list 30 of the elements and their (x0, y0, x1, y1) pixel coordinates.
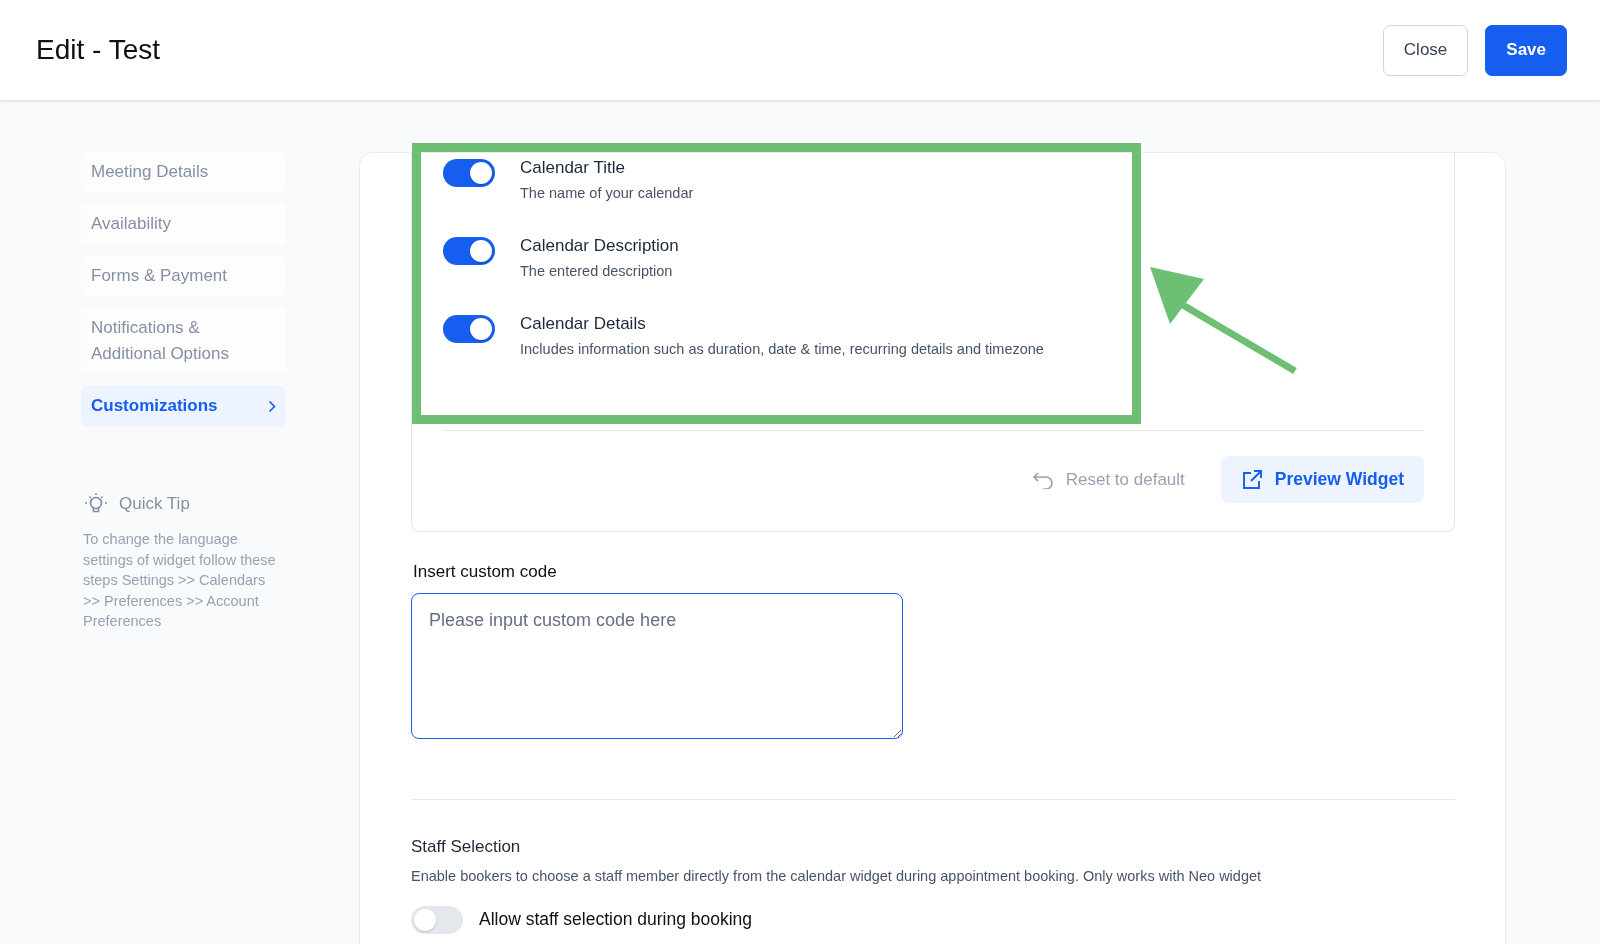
option-title: Calendar Description (520, 235, 679, 257)
quick-tip-text: To change the language settings of widget follow these steps Settings >> Calendars >> Preferences >> Account Preferences (83, 530, 277, 631)
toggle-label: Allow staff selection during booking (479, 908, 753, 930)
quick-tip-title: Quick Tip (119, 494, 190, 514)
save-button[interactable]: Save (1485, 24, 1567, 76)
undo-icon (1031, 470, 1054, 489)
toggle-switch[interactable] (411, 906, 463, 934)
close-button[interactable]: Close (1382, 24, 1469, 76)
sidebar-item[interactable]: Meeting Details (81, 152, 286, 192)
section-description: Enable bookers to choose a staff member directly from the calendar widget during appointment booking. Only works with Neo widget (411, 868, 1263, 884)
preview-widget-button[interactable]: Preview Widget (1220, 456, 1424, 503)
option-description: The name of your calendar (520, 185, 694, 201)
external-link-icon (1240, 468, 1263, 491)
toggle-switch[interactable] (443, 159, 495, 187)
toggle-switch[interactable] (443, 315, 495, 343)
sidebar-item[interactable]: Customizations (81, 386, 286, 426)
field-label: Insert custom code (413, 562, 558, 582)
toggle-switch[interactable] (443, 237, 495, 265)
option-title: Calendar Details (520, 313, 647, 335)
page-title: Edit - Test (36, 34, 160, 66)
sidebar-item[interactable]: Availability (81, 204, 286, 244)
custom-code-field[interactable]: Please input custom code here (411, 593, 903, 739)
option-description: The entered description (520, 263, 674, 279)
option-description: Includes information such as duration, date & time, recurring details and timezone (520, 341, 1044, 357)
chevron-right-icon (268, 399, 276, 413)
sidebar-item[interactable]: Forms & Payment (81, 256, 286, 296)
section-title: Staff Selection (411, 837, 522, 857)
option-title: Calendar Title (520, 157, 626, 179)
sidebar-item[interactable]: Notifications & Additional Options (81, 308, 286, 374)
reset-button[interactable]: Reset to default (1025, 468, 1191, 491)
